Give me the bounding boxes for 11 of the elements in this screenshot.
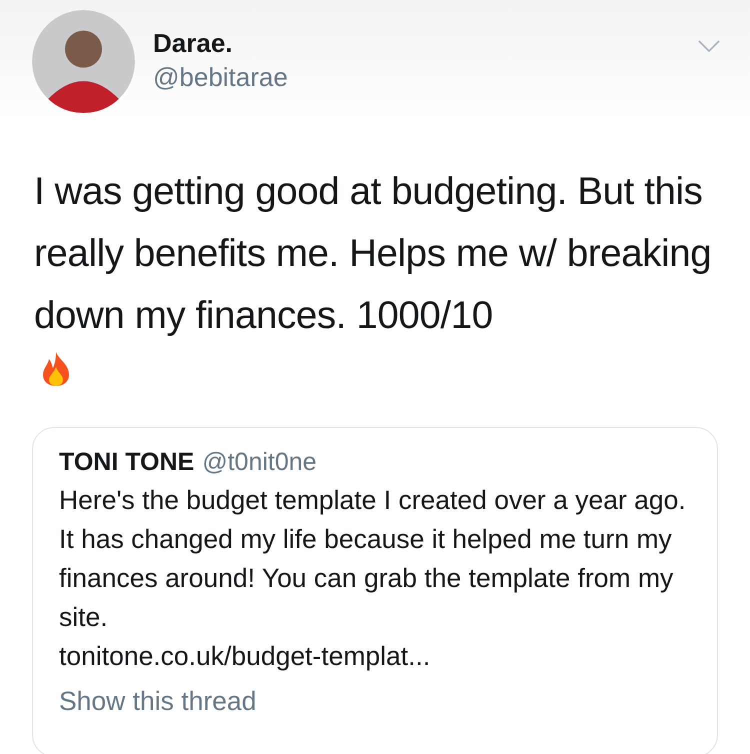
quoted-tweet-link[interactable]: tonitone.co.uk/budget-templat... (59, 637, 430, 676)
quoted-author-name: TONI TONE (59, 448, 194, 477)
flame-icon (40, 351, 72, 387)
quoted-author-handle: @t0nit0ne (202, 448, 317, 477)
tweet-text: I was getting good at budgeting. But this really benefits me. Helps me w/ breaking down my finances. 1000/10 (34, 169, 712, 339)
avatar-icon[interactable] (32, 10, 135, 113)
show-thread-link[interactable]: Show this thread (59, 682, 256, 721)
quoted-tweet-text: Here's the budget template I created over a year ago. It has changed my life because it helped me turn my finances around! You can grab the template from my site. (59, 484, 687, 634)
author-name: Darae. (153, 27, 234, 60)
author-handle: @bebitarae (153, 61, 288, 94)
quoted-tweet-card[interactable] (32, 427, 718, 754)
